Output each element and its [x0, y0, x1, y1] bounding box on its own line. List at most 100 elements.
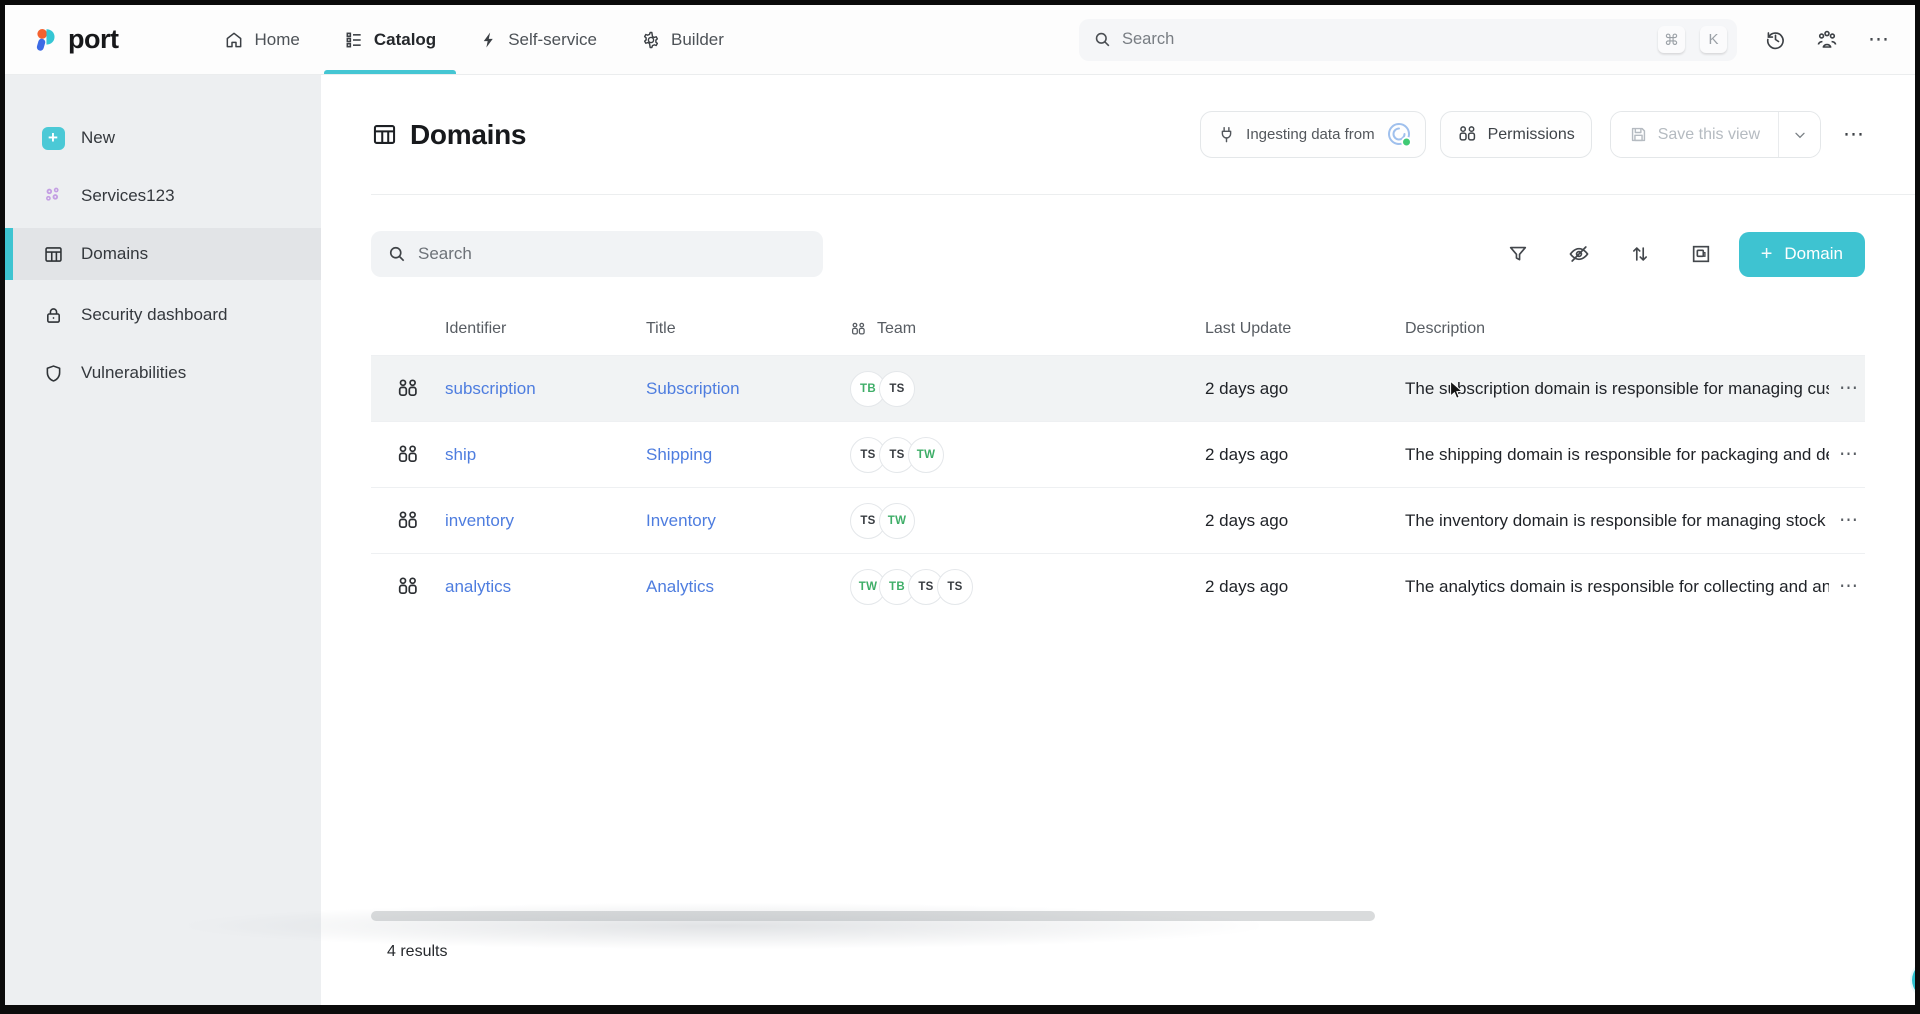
nav-item-self-service[interactable]: Self-service [458, 5, 619, 74]
team-avatars: TS TS TW [850, 437, 1205, 473]
page-actions: Ingesting data from Permissions [1200, 111, 1865, 158]
save-view-button[interactable]: Save this view [1611, 112, 1778, 157]
topbar-more-icon[interactable]: ⋯ [1865, 26, 1893, 54]
plus-tile-icon: + [41, 127, 65, 150]
topbar-right: ⌘ K ⋯ [1079, 19, 1893, 61]
main-content: Domains Ingesting data from [321, 75, 1915, 1005]
nav-label: Home [254, 30, 299, 50]
header-divider [371, 194, 1915, 195]
column-header-last-update[interactable]: Last Update [1205, 320, 1405, 338]
table-row[interactable]: subscription Subscription TB TS 2 days a… [371, 355, 1865, 421]
sidebar-item-label: Security dashboard [81, 305, 227, 325]
search-icon [387, 244, 407, 264]
column-header-title[interactable]: Title [646, 320, 850, 338]
last-update-cell: 2 days ago [1205, 379, 1405, 399]
sidebar-item-security-dashboard[interactable]: Security dashboard [5, 292, 321, 338]
avatar[interactable]: TS [937, 569, 973, 605]
last-update-cell: 2 days ago [1205, 577, 1405, 597]
table-grid-icon [371, 121, 398, 148]
hide-properties-icon[interactable] [1567, 242, 1591, 266]
title-link[interactable]: Subscription [646, 379, 740, 398]
nav-item-home[interactable]: Home [202, 5, 321, 74]
permissions-button[interactable]: Permissions [1440, 111, 1592, 158]
sidebar-item-domains[interactable]: Domains [5, 228, 321, 280]
title-link[interactable]: Inventory [646, 511, 716, 530]
save-view-button-group: Save this view [1610, 111, 1821, 158]
table-header-row: Identifier Title Team Last Update Descri… [371, 303, 1865, 355]
services-cluster-icon [41, 185, 65, 207]
search-icon [1093, 30, 1112, 49]
catalog-icon [344, 30, 364, 50]
table-row[interactable]: inventory Inventory TS TW 2 days ago The… [371, 487, 1865, 553]
table-row[interactable]: ship Shipping TS TS TW 2 days ago The sh… [371, 421, 1865, 487]
avatar[interactable]: TS [879, 371, 915, 407]
table-row[interactable]: analytics Analytics TW TB TS TS 2 days a… [371, 553, 1865, 619]
last-update-cell: 2 days ago [1205, 511, 1405, 531]
home-icon [224, 30, 244, 50]
description-cell: The inventory domain is responsible for … [1405, 511, 1829, 531]
sidebar: + New Services123 Domains Security dashb… [5, 75, 321, 1005]
nav-item-builder[interactable]: Builder [619, 5, 746, 74]
filter-icon[interactable] [1506, 242, 1530, 266]
lightning-icon [480, 31, 498, 49]
port-logo[interactable]: port [31, 24, 118, 55]
avatar[interactable]: TW [879, 503, 915, 539]
sidebar-item-services123[interactable]: Services123 [5, 173, 321, 219]
sidebar-item-vulnerabilities[interactable]: Vulnerabilities [5, 350, 321, 396]
ocean-integration-badge [1385, 120, 1415, 150]
table-tools [1506, 242, 1713, 266]
last-update-cell: 2 days ago [1205, 445, 1405, 465]
shield-icon [41, 363, 65, 384]
column-header-identifier[interactable]: Identifier [445, 320, 646, 338]
sort-icon[interactable] [1628, 242, 1652, 266]
global-search[interactable]: ⌘ K [1079, 19, 1737, 61]
team-avatars: TB TS [850, 371, 1205, 407]
row-menu-button[interactable]: ⋯ [1839, 377, 1859, 400]
title-link[interactable]: Shipping [646, 445, 712, 464]
row-menu-button[interactable]: ⋯ [1839, 509, 1859, 532]
add-domain-button[interactable]: + Domain [1739, 232, 1865, 277]
team-avatars: TW TB TS TS [850, 569, 1205, 605]
save-view-dropdown-button[interactable] [1778, 112, 1820, 157]
logo-wordmark: port [68, 24, 118, 55]
avatar[interactable]: TW [908, 437, 944, 473]
blueprint-icon [371, 575, 445, 599]
nav-label: Catalog [374, 30, 436, 50]
lock-icon [41, 305, 65, 326]
description-cell: The subscription domain is responsible f… [1405, 379, 1829, 399]
page-header: Domains Ingesting data from [321, 75, 1915, 194]
page-more-button[interactable]: ⋯ [1843, 122, 1865, 147]
chevron-down-icon [1792, 127, 1808, 143]
group-by-icon[interactable] [1689, 242, 1713, 266]
nav-item-catalog[interactable]: Catalog [322, 5, 458, 74]
table-search-input[interactable] [418, 244, 807, 264]
identifier-link[interactable]: inventory [445, 511, 514, 530]
global-search-input[interactable] [1122, 30, 1643, 49]
identifier-link[interactable]: subscription [445, 379, 536, 398]
team-avatars: TS TW [850, 503, 1205, 539]
column-header-team[interactable]: Team [850, 320, 1205, 338]
blueprint-icon [371, 509, 445, 533]
table-search[interactable] [371, 231, 823, 277]
save-icon [1629, 125, 1648, 144]
row-menu-button[interactable]: ⋯ [1839, 575, 1859, 598]
cmd-key-badge: ⌘ [1658, 26, 1685, 53]
org-users-icon[interactable] [1813, 26, 1841, 54]
row-menu-button[interactable]: ⋯ [1839, 443, 1859, 466]
column-header-description[interactable]: Description [1405, 320, 1829, 338]
identifier-link[interactable]: analytics [445, 577, 511, 596]
domains-table: Identifier Title Team Last Update Descri… [371, 303, 1865, 619]
horizontal-scrollbar[interactable] [371, 911, 1375, 921]
page-title: Domains [371, 119, 526, 151]
identifier-link[interactable]: ship [445, 445, 476, 464]
gear-icon [641, 30, 661, 50]
sidebar-item-new[interactable]: + New [5, 115, 321, 161]
team-icon [850, 321, 867, 338]
primary-nav: Home Catalog Self-service Builder [202, 5, 745, 74]
ingesting-data-button[interactable]: Ingesting data from [1200, 111, 1425, 158]
blueprint-icon [371, 443, 445, 467]
results-count: 4 results [387, 943, 447, 961]
title-link[interactable]: Analytics [646, 577, 714, 596]
history-icon[interactable] [1761, 26, 1789, 54]
nav-label: Builder [671, 30, 724, 50]
